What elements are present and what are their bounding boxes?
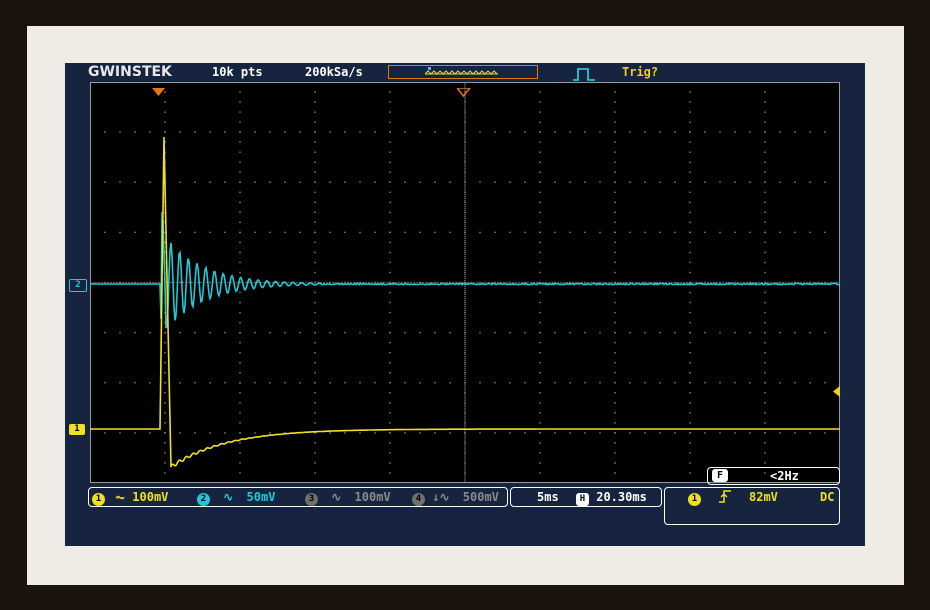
graticule — [90, 82, 840, 483]
record-length: 10k pts — [212, 64, 263, 81]
ch2-scale: 50mV — [247, 490, 276, 504]
ch1-icon: 1 — [92, 493, 105, 506]
trigger-source: 1 — [688, 490, 701, 506]
horizontal-position: H 20.30ms — [576, 490, 647, 506]
ch3-icon: 3 — [305, 493, 318, 506]
horizontal-position-icon: H — [576, 493, 589, 506]
ch3-scale: 100mV — [355, 490, 391, 504]
ch1-scale: 100mV — [132, 490, 168, 504]
ch1-setting[interactable]: 1 ⏦ 100mV — [92, 490, 168, 506]
ch2-ground-marker[interactable]: 2 — [69, 279, 87, 292]
ch4-icon: 4 — [412, 493, 425, 506]
ch1-ground-marker[interactable]: 1 — [69, 424, 85, 435]
ch4-setting[interactable]: 4 ↓∿ 500mV — [412, 490, 499, 506]
trigger-level-marker[interactable] — [833, 383, 841, 402]
dc-coupling-icon: ⏦ — [115, 490, 125, 504]
trigger-position-marker[interactable] — [152, 82, 166, 101]
trigger-source-icon: 1 — [688, 493, 701, 506]
ac-coupling-icon: ∿ — [223, 490, 233, 504]
trigger-status: Trig? — [622, 64, 658, 81]
ch3-setting[interactable]: 3 ∿ 100mV — [305, 490, 391, 506]
trigger-coupling: DC — [820, 490, 834, 504]
ch2-icon: 2 — [197, 493, 210, 506]
center-marker — [457, 82, 471, 101]
brand-logo: GWINSTEK — [88, 64, 172, 80]
memory-position-bar — [388, 65, 538, 79]
sample-rate: 200kSa/s — [305, 64, 363, 81]
timebase-scale: 5ms — [537, 490, 559, 504]
frequency-value: <2Hz — [770, 469, 799, 483]
waveform-display[interactable] — [90, 82, 840, 483]
ac-coupling-icon: ∿ — [439, 490, 449, 504]
ch4-scale: 500mV — [463, 490, 499, 504]
ch2-setting[interactable]: 2 ∿ 50mV — [197, 490, 275, 506]
frequency-counter: F <2Hz — [707, 467, 840, 485]
ac-coupling-icon: ∿ — [331, 490, 341, 504]
rising-edge-icon — [718, 489, 732, 507]
frequency-label: F — [712, 469, 728, 482]
trigger-level: 82mV — [749, 490, 778, 504]
horizontal-position-value: 20.30ms — [596, 490, 647, 504]
